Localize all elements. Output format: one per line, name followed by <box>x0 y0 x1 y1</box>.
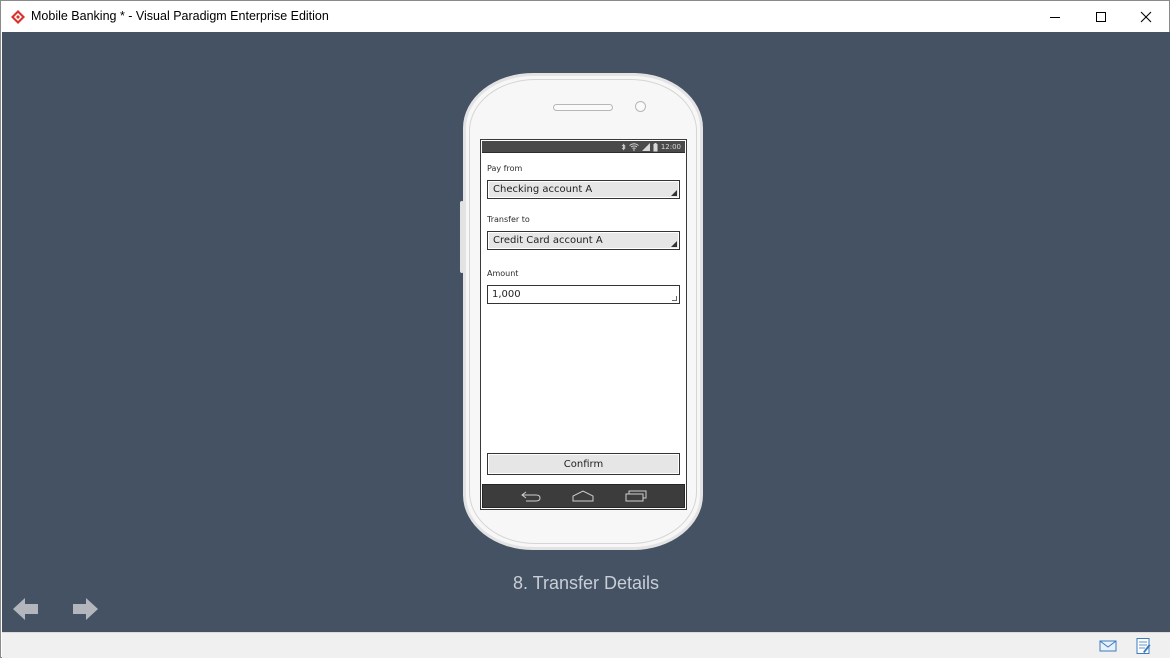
status-time: 12:00 <box>660 143 681 151</box>
back-icon[interactable] <box>520 490 542 502</box>
pay-from-label: Pay from <box>487 164 523 173</box>
maximize-button[interactable] <box>1078 1 1124 32</box>
close-button[interactable] <box>1123 1 1169 32</box>
amount-value: 1,000 <box>492 289 521 300</box>
app-logo-icon <box>10 9 26 25</box>
window-title: Mobile Banking * - Visual Paradigm Enter… <box>31 9 329 23</box>
dropdown-arrow-icon <box>671 241 677 247</box>
home-icon[interactable] <box>572 490 594 502</box>
battery-icon <box>653 142 658 151</box>
amount-label: Amount <box>487 269 519 278</box>
status-footer <box>2 632 1170 658</box>
title-bar: Mobile Banking * - Visual Paradigm Enter… <box>1 1 1169 32</box>
status-bar: 12:00 <box>482 141 685 153</box>
status-icons: 12:00 <box>621 142 681 152</box>
phone-camera <box>635 101 646 112</box>
presentation-canvas: 12:00 Pay from Checking account A Transf… <box>2 32 1170 632</box>
next-slide-button[interactable] <box>71 596 99 622</box>
transfer-to-dropdown[interactable]: Credit Card account A <box>487 231 680 250</box>
transfer-to-label: Transfer to <box>487 215 530 224</box>
slide-title: 8. Transfer Details <box>512 573 660 593</box>
close-icon <box>1140 11 1152 22</box>
resize-corner-icon <box>672 296 677 301</box>
previous-slide-button[interactable] <box>12 596 40 622</box>
minimize-button[interactable] <box>1032 1 1078 32</box>
amount-input[interactable]: 1,000 <box>487 285 680 304</box>
arrow-right-icon <box>73 598 98 620</box>
bluetooth-icon <box>621 143 626 151</box>
dropdown-arrow-icon <box>671 190 677 196</box>
phone-screen: 12:00 Pay from Checking account A Transf… <box>480 139 687 510</box>
app-window: Mobile Banking * - Visual Paradigm Enter… <box>0 0 1170 658</box>
mail-icon[interactable] <box>1099 638 1117 654</box>
confirm-button[interactable]: Confirm <box>487 453 680 475</box>
transfer-to-value: Credit Card account A <box>493 235 603 246</box>
pay-from-value: Checking account A <box>493 184 593 195</box>
phone-mockup: 12:00 Pay from Checking account A Transf… <box>460 73 703 550</box>
android-nav-bar <box>482 484 685 508</box>
phone-side-button <box>460 201 464 273</box>
note-icon[interactable] <box>1134 638 1152 654</box>
minimize-icon <box>1050 16 1060 18</box>
arrow-left-icon <box>13 598 38 620</box>
phone-speaker <box>553 104 613 111</box>
pay-from-dropdown[interactable]: Checking account A <box>487 180 680 199</box>
signal-icon <box>641 143 650 151</box>
maximize-icon <box>1096 11 1106 22</box>
recent-apps-icon[interactable] <box>625 490 647 502</box>
wifi-icon <box>629 143 639 151</box>
